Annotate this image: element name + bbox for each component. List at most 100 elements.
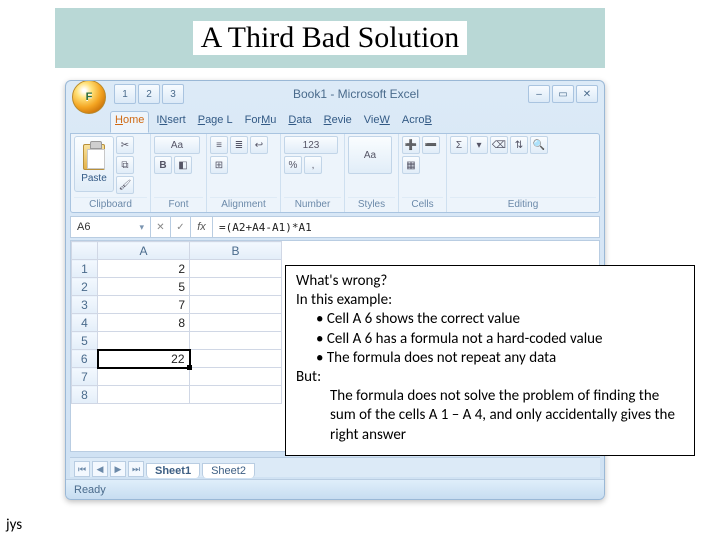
- tab-home[interactable]: Home: [110, 111, 149, 133]
- cell-a5[interactable]: [98, 332, 190, 350]
- cell-b2[interactable]: [190, 278, 282, 296]
- group-cells: ➕ ➖ ▦ Cells: [399, 134, 447, 212]
- format-cells-button[interactable]: ▦: [402, 156, 420, 174]
- cell-b8[interactable]: [190, 386, 282, 404]
- qat-item-2[interactable]: 2: [138, 84, 160, 104]
- tab-home-rest: ome: [123, 114, 144, 126]
- window-controls: – ▭ ✕: [528, 85, 598, 103]
- format-painter-icon[interactable]: 🖌: [116, 176, 134, 194]
- tab-review[interactable]: Revie: [319, 111, 357, 133]
- maximize-icon: ▭: [558, 89, 567, 100]
- slide: A Third Bad Solution F 1 2 3 Book1 - Mic…: [0, 0, 720, 540]
- copy-icon[interactable]: ⧉: [116, 156, 134, 174]
- qat-item-2-label: 2: [146, 89, 152, 100]
- autosum-button[interactable]: Σ: [450, 136, 468, 154]
- cell-b6[interactable]: [190, 350, 282, 368]
- tab-formulas-accel: M: [261, 114, 270, 126]
- tab-data[interactable]: Data: [283, 111, 316, 133]
- delete-cells-button[interactable]: ➖: [422, 136, 440, 154]
- sheet-nav-last[interactable]: ⏭: [128, 461, 144, 477]
- row-header-7[interactable]: 7: [72, 368, 98, 386]
- fill-button[interactable]: ▾: [470, 136, 488, 154]
- group-styles-label: Styles: [348, 197, 395, 210]
- col-header-b[interactable]: B: [190, 242, 282, 260]
- comma-button[interactable]: ,: [304, 156, 322, 174]
- tab-acrobat-accel: B: [425, 114, 432, 126]
- tab-formulas[interactable]: ForMu: [240, 111, 282, 133]
- qat-item-3[interactable]: 3: [162, 84, 184, 104]
- insert-function-button[interactable]: fx: [191, 217, 213, 237]
- group-styles: Aa Styles: [345, 134, 399, 212]
- cell-a8[interactable]: [98, 386, 190, 404]
- tab-home-accel: H: [115, 114, 123, 126]
- group-clipboard-label: Clipboard: [74, 197, 147, 210]
- paste-button[interactable]: Paste: [74, 136, 114, 192]
- sheet-nav-first[interactable]: ⏮: [74, 461, 90, 477]
- row-header-2[interactable]: 2: [72, 278, 98, 296]
- enter-formula-button[interactable]: ✓: [171, 217, 191, 237]
- tab-view[interactable]: VieW: [359, 111, 395, 133]
- find-button[interactable]: 🔍: [530, 136, 548, 154]
- window-title: Book1 - Microsoft Excel: [184, 87, 528, 101]
- ribbon-body: Paste ✂ ⧉ 🖌 Clipboard Aa B ◧ Font: [70, 133, 600, 213]
- group-font-label: Font: [154, 197, 203, 210]
- group-cells-label: Cells: [402, 197, 443, 210]
- tab-insert[interactable]: INsert: [151, 111, 190, 133]
- cell-a6[interactable]: 22: [98, 350, 190, 368]
- cell-a3[interactable]: 7: [98, 296, 190, 314]
- callout-bullet-2: Cell A 6 has a formula not a hard-coded …: [330, 330, 684, 349]
- row-header-4[interactable]: 4: [72, 314, 98, 332]
- insert-cells-button[interactable]: ➕: [402, 136, 420, 154]
- number-format-picker[interactable]: 123: [284, 136, 338, 154]
- font-picker[interactable]: Aa: [154, 136, 200, 154]
- sheet-tab-2[interactable]: Sheet2: [202, 463, 255, 478]
- group-clipboard: Paste ✂ ⧉ 🖌 Clipboard: [71, 134, 151, 212]
- close-button[interactable]: ✕: [576, 85, 598, 103]
- callout-bullet-3: The formula does not repeat any data: [330, 349, 684, 368]
- cell-b5[interactable]: [190, 332, 282, 350]
- align-left-button[interactable]: ≡: [210, 136, 228, 154]
- cell-b1[interactable]: [190, 260, 282, 278]
- merge-button[interactable]: ⊞: [210, 156, 228, 174]
- cell-styles-button[interactable]: Aa: [348, 136, 392, 174]
- select-all-corner[interactable]: [72, 242, 98, 260]
- name-box[interactable]: A6: [71, 217, 151, 237]
- tab-data-accel: D: [288, 114, 296, 126]
- row-header-6[interactable]: 6: [72, 350, 98, 368]
- tab-page-layout[interactable]: Page L: [193, 111, 238, 133]
- col-header-a[interactable]: A: [98, 242, 190, 260]
- formula-input[interactable]: =(A2+A4-A1)*A1: [213, 217, 599, 237]
- bold-button[interactable]: B: [154, 156, 172, 174]
- tab-acrobat[interactable]: AcroB: [397, 111, 437, 133]
- fill-color-button[interactable]: ◧: [174, 156, 192, 174]
- cell-b3[interactable]: [190, 296, 282, 314]
- office-button[interactable]: F: [72, 80, 106, 114]
- sort-filter-button[interactable]: ⇅: [510, 136, 528, 154]
- row-header-8[interactable]: 8: [72, 386, 98, 404]
- maximize-button[interactable]: ▭: [552, 85, 574, 103]
- qat-item-3-label: 3: [170, 89, 176, 100]
- cell-a1[interactable]: 2: [98, 260, 190, 278]
- cell-a4[interactable]: 8: [98, 314, 190, 332]
- row-header-3[interactable]: 3: [72, 296, 98, 314]
- cancel-formula-button[interactable]: ✕: [151, 217, 171, 237]
- cut-icon[interactable]: ✂: [116, 136, 134, 154]
- callout-bullet-1: Cell A 6 shows the correct value: [330, 310, 684, 329]
- sheet-nav-prev[interactable]: ◀: [92, 461, 108, 477]
- percent-button[interactable]: %: [284, 156, 302, 174]
- clear-button[interactable]: ⌫: [490, 136, 508, 154]
- cell-b7[interactable]: [190, 368, 282, 386]
- qat-item-1[interactable]: 1: [114, 84, 136, 104]
- cell-a2[interactable]: 5: [98, 278, 190, 296]
- minimize-button[interactable]: –: [528, 85, 550, 103]
- row-header-5[interactable]: 5: [72, 332, 98, 350]
- sheet-tab-1[interactable]: Sheet1: [146, 463, 200, 478]
- tab-review-accel: R: [324, 114, 332, 126]
- row-header-1[interactable]: 1: [72, 260, 98, 278]
- wrap-text-button[interactable]: ↩: [250, 136, 268, 154]
- cell-a7[interactable]: [98, 368, 190, 386]
- cell-b4[interactable]: [190, 314, 282, 332]
- ribbon-tabs: Home INsert Page L ForMu Data Revie VieW…: [66, 107, 604, 133]
- sheet-nav-next[interactable]: ▶: [110, 461, 126, 477]
- align-center-button[interactable]: ≣: [230, 136, 248, 154]
